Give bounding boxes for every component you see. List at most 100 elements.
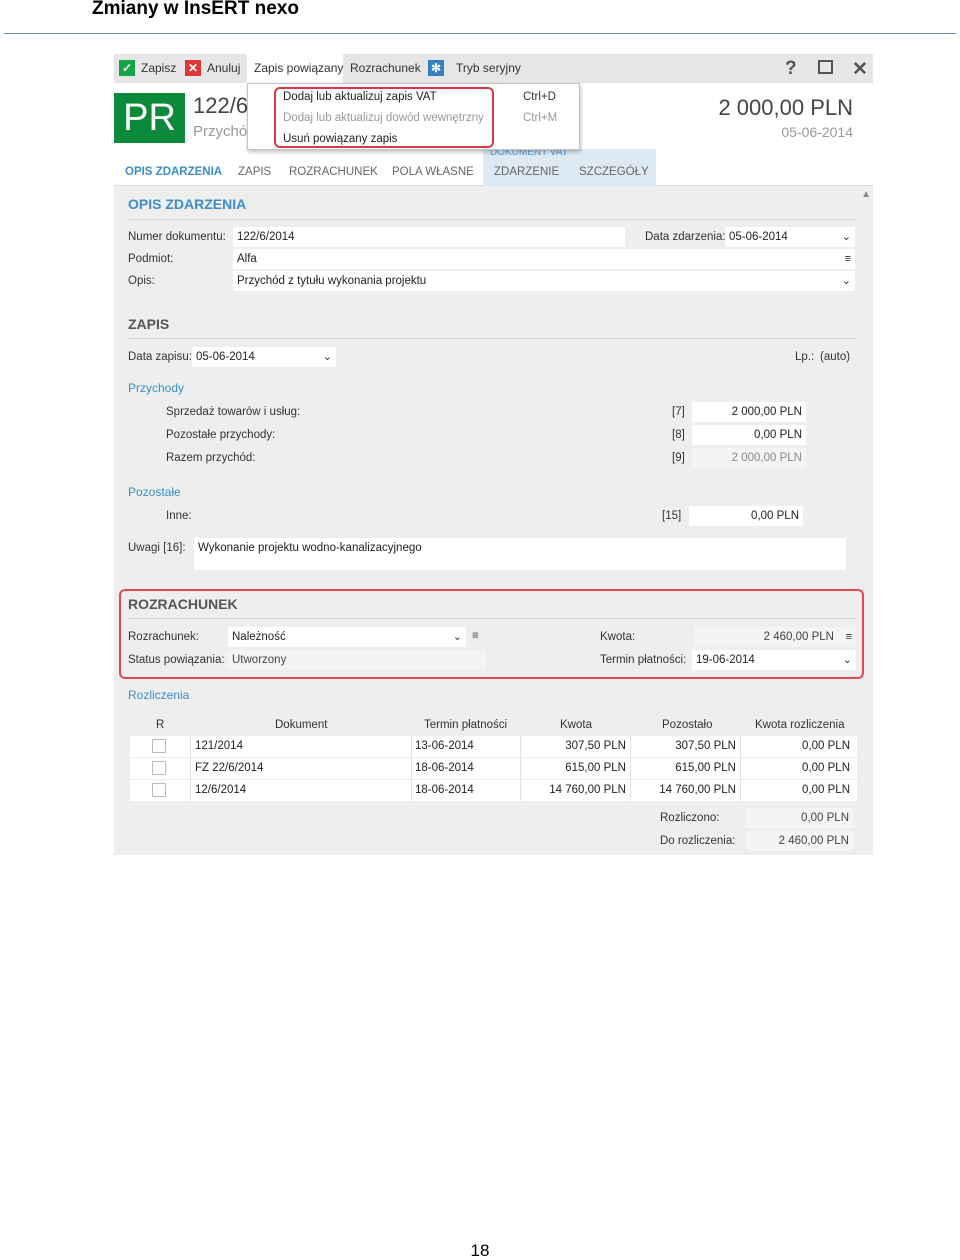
toolbar: ✓ Zapisz ✕ Anuluj Zapis powiązany Rozrac… (114, 54, 873, 83)
maximize-icon[interactable] (818, 60, 833, 74)
row-remaining: 307,50 PLN (675, 740, 736, 752)
column-separator (411, 758, 412, 779)
chevron-down-icon[interactable]: ⌄ (842, 227, 851, 247)
menu-shortcut-add-vat: Ctrl+D (523, 91, 556, 103)
row-checkbox[interactable] (152, 739, 166, 753)
document-title: Zmiany w InsERT nexo (92, 0, 299, 19)
misc-code: [15] (662, 510, 682, 522)
table-row[interactable]: 121/2014 13-06-2014 307,50 PLN 307,50 PL… (130, 736, 857, 757)
document-date: 05-06-2014 (781, 124, 853, 140)
tab-opis-zdarzenia[interactable]: OPIS ZDARZENIA (125, 166, 222, 178)
sales-field[interactable]: 2 000,00 PLN (692, 402, 806, 422)
row-settled: 0,00 PLN (802, 784, 850, 796)
amount-label: Kwota: (600, 631, 636, 643)
settlement-field[interactable]: Należność ⌄ (228, 627, 466, 647)
serial-mode-button[interactable]: Tryb seryjny (456, 54, 521, 83)
entity-field[interactable]: Alfa ≡ (233, 249, 855, 269)
linked-entry-menu: Dodaj lub aktualizuj zapis VAT Ctrl+D Do… (247, 83, 580, 150)
settlement-button[interactable]: Rozrachunek (350, 54, 421, 83)
desc-field[interactable]: Przychód z tytułu wykonania projektu ⌄ (233, 271, 855, 291)
list-icon[interactable]: ≡ (845, 249, 851, 269)
section-rule (128, 618, 857, 619)
help-button[interactable]: ? (785, 58, 797, 80)
row-due-date: 18-06-2014 (415, 784, 474, 796)
event-date-field[interactable]: 05-06-2014 ⌄ (725, 227, 855, 247)
column-separator (740, 758, 741, 779)
to-settle-value: 2 460,00 PLN (747, 831, 853, 851)
due-date-label: Termin płatności: (600, 654, 687, 666)
column-header-remaining[interactable]: Pozostało (662, 719, 713, 731)
row-checkbox[interactable] (152, 761, 166, 775)
other-income-code: [8] (672, 429, 685, 441)
event-date-label: Data zdarzenia: (645, 231, 726, 243)
close-icon[interactable]: ✕ (852, 58, 868, 81)
linked-entry-button[interactable]: Zapis powiązany (254, 54, 343, 83)
total-income-label: Razem przychód: (166, 452, 256, 464)
due-date-field[interactable]: 19-06-2014 ⌄ (692, 650, 856, 670)
document-amount: 2 000,00 PLN (718, 95, 853, 120)
column-header-document[interactable]: Dokument (275, 719, 327, 731)
amount-value: 2 460,00 PLN (763, 631, 834, 643)
section-tabs: DOKUMENT VAT OPIS ZDARZENIA ZAPIS ROZRAC… (114, 147, 873, 186)
column-header-settled-amount[interactable]: Kwota rozliczenia (755, 719, 844, 731)
column-separator (190, 736, 191, 757)
section-title-rozrachunek: ROZRACHUNEK (128, 596, 238, 612)
row-remaining: 615,00 PLN (675, 762, 736, 774)
chevron-down-icon[interactable]: ⌄ (842, 271, 851, 291)
settled-total-label: Rozliczono: (660, 812, 720, 824)
income-subtitle: Przychody (128, 381, 185, 395)
entry-date-field[interactable]: 05-06-2014 ⌄ (192, 347, 336, 367)
menu-item-add-vat[interactable]: Dodaj lub aktualizuj zapis VAT (283, 91, 437, 103)
notes-field[interactable]: Wykonanie projektu wodno-kanalizacyjnego (194, 538, 846, 570)
amount-field: 2 460,00 PLN ≡ (694, 627, 856, 647)
tab-szczegoly[interactable]: SZCZEGÓŁY (579, 166, 649, 178)
table-row[interactable]: FZ 22/6/2014 18-06-2014 615,00 PLN 615,0… (130, 758, 857, 779)
row-due-date: 18-06-2014 (415, 762, 474, 774)
column-separator (740, 736, 741, 757)
tab-rozrachunek[interactable]: ROZRACHUNEK (289, 166, 378, 178)
tab-pola-wlasne[interactable]: POLA WŁASNE (392, 166, 474, 178)
tab-zdarzenie[interactable]: ZDARZENIE (494, 166, 559, 178)
save-button[interactable]: Zapisz (141, 54, 176, 83)
column-separator (630, 736, 631, 757)
row-amount: 14 760,00 PLN (549, 784, 626, 796)
column-separator (520, 780, 521, 801)
entity-label: Podmiot: (128, 253, 174, 265)
chevron-down-icon[interactable]: ⌄ (453, 627, 462, 647)
column-header-due-date[interactable]: Termin płatności (424, 719, 507, 731)
row-amount: 307,50 PLN (565, 740, 626, 752)
table-row[interactable]: 12/6/2014 18-06-2014 14 760,00 PLN 14 76… (130, 780, 857, 801)
menu-item-remove-linked[interactable]: Usuń powiązany zapis (283, 133, 397, 145)
misc-field[interactable]: 0,00 PLN (689, 506, 803, 526)
document-number: 122/6 (193, 93, 249, 118)
section-rule (128, 338, 857, 339)
header-divider (4, 33, 956, 34)
doc-number-field[interactable]: 122/6/2014 (233, 227, 625, 247)
gear-icon: ✻ (428, 60, 444, 76)
section-title-zapis: ZAPIS (128, 316, 170, 332)
column-header-amount[interactable]: Kwota (560, 719, 592, 731)
scroll-up-icon[interactable]: ▲ (861, 189, 871, 200)
document-type-badge: PR (114, 93, 185, 143)
chevron-down-icon[interactable]: ⌄ (843, 650, 852, 670)
chevron-down-icon[interactable]: ⌄ (323, 347, 332, 367)
checkmark-icon: ✓ (119, 60, 135, 76)
doc-number-label: Numer dokumentu: (128, 231, 226, 243)
column-header-r[interactable]: R (156, 719, 164, 731)
desc-label: Opis: (128, 275, 155, 287)
list-icon[interactable]: ≡ (846, 627, 852, 647)
other-income-field[interactable]: 0,00 PLN (692, 425, 806, 445)
column-separator (520, 736, 521, 757)
column-separator (190, 780, 191, 801)
page-number: 18 (470, 1241, 490, 1260)
cancel-button[interactable]: Anuluj (207, 54, 240, 83)
row-due-date: 13-06-2014 (415, 740, 474, 752)
status-field: Utworzony (228, 650, 486, 670)
menu-item-add-internal[interactable]: Dodaj lub aktualizuj dowód wewnętrzny (283, 112, 484, 124)
list-icon[interactable]: ≡ (472, 630, 479, 642)
column-separator (630, 758, 631, 779)
tab-zapis[interactable]: ZAPIS (238, 166, 271, 178)
row-checkbox[interactable] (152, 783, 166, 797)
row-remaining: 14 760,00 PLN (659, 784, 736, 796)
column-separator (411, 736, 412, 757)
